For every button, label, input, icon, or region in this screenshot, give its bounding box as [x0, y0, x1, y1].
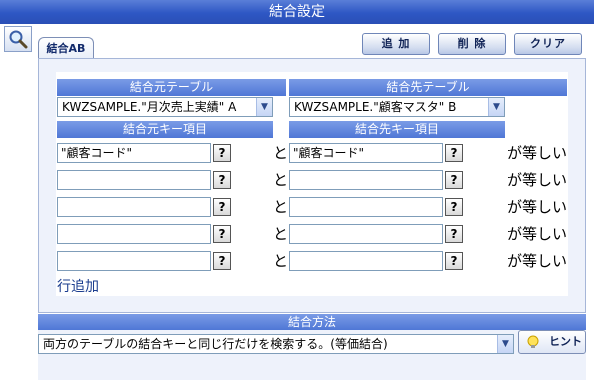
join-method-header: 結合方法	[38, 314, 586, 330]
source-table-value: KWZSAMPLE."月次売上実績" A	[62, 100, 237, 114]
and-label: と	[273, 252, 289, 270]
help-icon[interactable]: ?	[445, 225, 463, 243]
help-icon[interactable]: ?	[445, 171, 463, 189]
chevron-down-icon[interactable]: ▼	[256, 98, 272, 116]
bulb-icon	[527, 335, 539, 348]
magnifier-icon	[9, 30, 28, 49]
delete-button[interactable]: 削 除	[438, 33, 506, 55]
help-icon[interactable]: ?	[213, 198, 231, 216]
window-title: 結合設定	[0, 0, 594, 24]
chevron-down-icon[interactable]: ▼	[488, 98, 504, 116]
source-key-field[interactable]: "顧客コード"	[57, 143, 211, 163]
equal-label: が等しい	[507, 225, 568, 243]
equal-label: が等しい	[507, 144, 568, 162]
hint-label: ヒント	[549, 335, 582, 348]
chevron-down-icon[interactable]: ▼	[497, 335, 513, 353]
equal-label: が等しい	[507, 252, 568, 270]
clear-button[interactable]: クリア	[514, 33, 582, 55]
join-method-select[interactable]: 両方のテーブルの結合キーと同じ行だけを検索する。(等価結合) ▼	[38, 334, 514, 354]
and-label: と	[273, 144, 289, 162]
help-icon[interactable]: ?	[445, 252, 463, 270]
help-icon[interactable]: ?	[213, 171, 231, 189]
target-key-field[interactable]: "顧客コード"	[289, 143, 443, 163]
source-key-field[interactable]	[57, 197, 211, 217]
add-button[interactable]: 追 加	[362, 33, 430, 55]
hint-button[interactable]: ヒント	[518, 330, 586, 354]
source-key-header: 結合元キー項目	[57, 121, 273, 138]
target-key-field[interactable]	[289, 251, 443, 271]
source-key-field[interactable]	[57, 224, 211, 244]
target-key-field[interactable]	[289, 197, 443, 217]
target-table-select[interactable]: KWZSAMPLE."顧客マスタ" B ▼	[289, 97, 505, 117]
equal-label: が等しい	[507, 198, 568, 216]
equal-label: が等しい	[507, 171, 568, 189]
help-icon[interactable]: ?	[445, 144, 463, 162]
target-key-field[interactable]	[289, 224, 443, 244]
source-table-select[interactable]: KWZSAMPLE."月次売上実績" A ▼	[57, 97, 273, 117]
help-icon[interactable]: ?	[213, 252, 231, 270]
target-key-field[interactable]	[289, 170, 443, 190]
tab-join-ab[interactable]: 結合AB	[38, 37, 94, 59]
target-key-header: 結合先キー項目	[289, 121, 505, 138]
help-icon[interactable]: ?	[445, 198, 463, 216]
help-icon[interactable]: ?	[213, 225, 231, 243]
join-method-value: 両方のテーブルの結合キーと同じ行だけを検索する。(等価結合)	[43, 337, 388, 351]
add-row-link[interactable]: 行追加	[57, 276, 99, 296]
target-table-header: 結合先テーブル	[289, 79, 567, 96]
and-label: と	[273, 225, 289, 243]
and-label: と	[273, 198, 289, 216]
source-key-field[interactable]	[57, 251, 211, 271]
source-table-header: 結合元テーブル	[57, 79, 286, 96]
search-button[interactable]	[4, 26, 32, 52]
target-table-value: KWZSAMPLE."顧客マスタ" B	[294, 100, 457, 114]
and-label: と	[273, 171, 289, 189]
help-icon[interactable]: ?	[213, 144, 231, 162]
source-key-field[interactable]	[57, 170, 211, 190]
